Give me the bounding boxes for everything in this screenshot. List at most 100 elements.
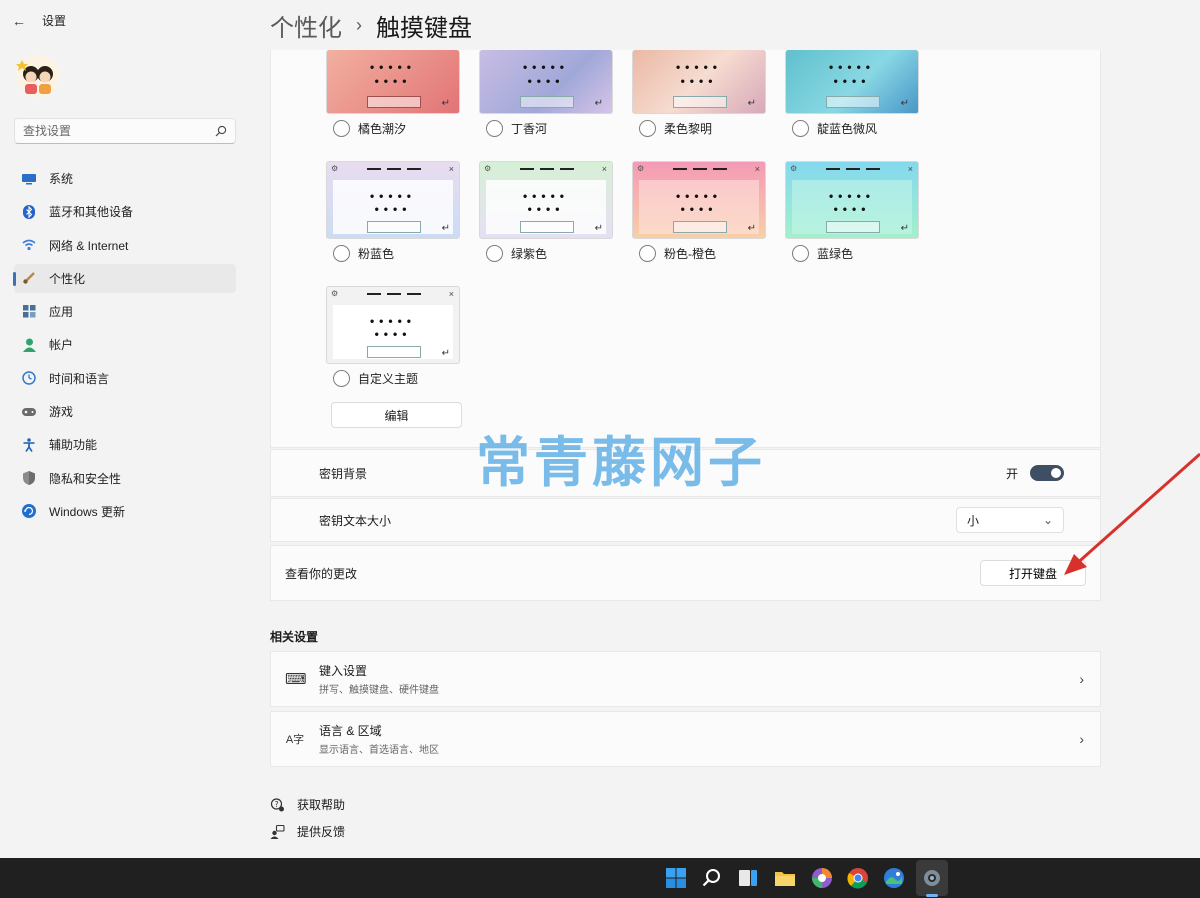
key-dots: ••••• bbox=[675, 60, 722, 74]
search-icon[interactable] bbox=[700, 866, 724, 890]
theme-radio[interactable] bbox=[639, 120, 656, 137]
task-view-icon[interactable] bbox=[736, 866, 760, 890]
key-dots: ••••• bbox=[675, 189, 722, 203]
sidebar-item-accounts[interactable]: 帐户 bbox=[14, 330, 236, 359]
enter-key-icon: ↵ bbox=[594, 98, 603, 109]
key-dots: •••• bbox=[374, 327, 412, 341]
sidebar: ← 设置 系统 蓝牙和其他设备 网络 & Internet bbox=[0, 0, 250, 858]
close-icon: × bbox=[448, 289, 454, 299]
spacebar bbox=[367, 221, 421, 233]
preview-row: 查看你的更改 打开键盘 bbox=[270, 545, 1101, 601]
taskbar bbox=[0, 858, 1200, 898]
related-typing-settings[interactable]: ⌨ 键入设置 拼写、触摸键盘、硬件键盘 › bbox=[270, 651, 1101, 707]
edit-theme-button[interactable]: 编辑 bbox=[331, 402, 462, 428]
feedback-label[interactable]: 提供反馈 bbox=[297, 823, 345, 840]
sidebar-item-accessibility[interactable]: 辅助功能 bbox=[14, 430, 236, 459]
theme-radio[interactable] bbox=[792, 120, 809, 137]
chrome-icon[interactable] bbox=[846, 866, 870, 890]
get-help-link[interactable]: ? 获取帮助 bbox=[270, 796, 345, 813]
theme-label: 丁香河 bbox=[511, 122, 548, 136]
get-help-label[interactable]: 获取帮助 bbox=[297, 796, 345, 813]
search-input[interactable] bbox=[23, 124, 215, 138]
theme-option[interactable]: ⚙ × ••••• •••• ↵ 粉蓝色 bbox=[326, 161, 460, 262]
sidebar-item-gaming[interactable]: 游戏 bbox=[14, 397, 236, 426]
theme-radio[interactable] bbox=[333, 120, 350, 137]
key-dots: •••• bbox=[680, 74, 718, 88]
toggle-state-label: 开 bbox=[1005, 466, 1018, 481]
theme-option[interactable]: ••••• •••• ↵ 橘色潮汐 bbox=[326, 50, 460, 137]
link-title: 键入设置 bbox=[319, 664, 368, 678]
theme-radio[interactable] bbox=[486, 120, 503, 137]
theme-option[interactable]: ••••• •••• ↵ 柔色黎明 bbox=[632, 50, 766, 137]
theme-label: 绿紫色 bbox=[511, 247, 548, 261]
key-dots: ••••• bbox=[828, 189, 875, 203]
related-language-region[interactable]: A字 语言 & 区域 显示语言、首选语言、地区 › bbox=[270, 711, 1101, 767]
theme-option[interactable]: ⚙ × ••••• •••• ↵ 粉色-橙色 bbox=[632, 161, 766, 262]
sidebar-item-bluetooth[interactable]: 蓝牙和其他设备 bbox=[14, 197, 236, 226]
breadcrumb-parent[interactable]: 个性化 bbox=[270, 8, 342, 43]
theme-option[interactable]: ⚙ × ••••• •••• ↵ 绿紫色 bbox=[479, 161, 613, 262]
theme-preview[interactable]: ••••• •••• ↵ bbox=[326, 50, 460, 114]
theme-radio[interactable] bbox=[486, 245, 503, 262]
chevron-down-icon: ⌄ bbox=[1042, 513, 1053, 527]
back-arrow-icon[interactable]: ← bbox=[12, 13, 28, 29]
key-dots: •••• bbox=[527, 74, 565, 88]
theme-option-custom[interactable]: ⚙ × ••••• •••• ↵ 自定义主题 bbox=[326, 286, 460, 387]
theme-preview[interactable]: ⚙ × ••••• •••• ↵ bbox=[632, 161, 766, 239]
help-icon: ? bbox=[270, 797, 284, 811]
theme-preview[interactable]: ⚙ × ••••• •••• ↵ bbox=[326, 286, 460, 364]
sidebar-item-network[interactable]: 网络 & Internet bbox=[14, 231, 236, 260]
browser-icon[interactable] bbox=[810, 866, 834, 890]
key-dots: ••••• bbox=[522, 60, 569, 74]
enter-key-icon: ↵ bbox=[747, 223, 756, 234]
photos-icon[interactable] bbox=[882, 866, 906, 890]
chevron-right-icon: › bbox=[1079, 731, 1084, 747]
sidebar-item-privacy[interactable]: 隐私和安全性 bbox=[14, 464, 236, 493]
page-title: 触摸键盘 bbox=[376, 15, 472, 42]
person-icon bbox=[22, 338, 36, 352]
theme-preview[interactable]: ⚙ × ••••• •••• ↵ bbox=[326, 161, 460, 239]
sidebar-item-time-language[interactable]: 时间和语言 bbox=[14, 364, 236, 393]
search-box[interactable] bbox=[14, 118, 236, 144]
svg-text:?: ? bbox=[275, 800, 279, 809]
sidebar-item-system[interactable]: 系统 bbox=[14, 164, 236, 193]
theme-preview[interactable]: ••••• •••• ↵ bbox=[632, 50, 766, 114]
theme-preview[interactable]: ••••• •••• ↵ bbox=[479, 50, 613, 114]
sidebar-item-apps[interactable]: 应用 bbox=[14, 297, 236, 326]
enter-key-icon: ↵ bbox=[594, 223, 603, 234]
gear-icon: ⚙ bbox=[331, 289, 339, 298]
globe-clock-icon bbox=[22, 371, 36, 386]
theme-radio[interactable] bbox=[333, 245, 350, 262]
theme-radio[interactable] bbox=[792, 245, 809, 262]
theme-radio[interactable] bbox=[639, 245, 656, 262]
breadcrumb-separator: › bbox=[356, 15, 362, 35]
avatar[interactable] bbox=[16, 54, 60, 98]
theme-label: 蓝绿色 bbox=[817, 247, 854, 261]
key-background-toggle[interactable] bbox=[1030, 465, 1064, 481]
sidebar-item-label: 帐户 bbox=[49, 338, 74, 353]
wifi-icon bbox=[22, 238, 36, 252]
app-title: 设置 bbox=[42, 14, 67, 28]
key-text-size-select[interactable]: 小 ⌄ bbox=[956, 507, 1064, 533]
sidebar-item-windows-update[interactable]: Windows 更新 bbox=[14, 497, 236, 526]
theme-radio[interactable] bbox=[333, 370, 350, 387]
feedback-link[interactable]: 提供反馈 bbox=[270, 823, 345, 840]
theme-preview[interactable]: ••••• •••• ↵ bbox=[785, 50, 919, 114]
sidebar-item-personalization[interactable]: 个性化 bbox=[13, 263, 236, 293]
spacebar bbox=[520, 221, 574, 233]
theme-preview[interactable]: ⚙ × ••••• •••• ↵ bbox=[479, 161, 613, 239]
settings-gear-icon[interactable] bbox=[920, 866, 944, 890]
theme-option[interactable]: ⚙ × ••••• •••• ↵ 蓝绿色 bbox=[785, 161, 919, 262]
preview-label: 查看你的更改 bbox=[285, 566, 358, 581]
spacebar bbox=[367, 346, 421, 358]
key-dots: •••• bbox=[680, 202, 718, 216]
theme-option[interactable]: ••••• •••• ↵ 丁香河 bbox=[479, 50, 613, 137]
nav-list: 系统 蓝牙和其他设备 网络 & Internet 个性化 应用 帐户 时间和语言 bbox=[13, 164, 236, 530]
theme-option[interactable]: ••••• •••• ↵ 靛蓝色微风 bbox=[785, 50, 919, 137]
keyboard-icon: ⌨ bbox=[285, 671, 307, 688]
search-icon[interactable] bbox=[215, 125, 227, 137]
file-explorer-icon[interactable] bbox=[773, 866, 797, 890]
windows-start-icon[interactable] bbox=[664, 866, 688, 890]
sidebar-item-label: 系统 bbox=[49, 172, 74, 186]
theme-preview[interactable]: ⚙ × ••••• •••• ↵ bbox=[785, 161, 919, 239]
